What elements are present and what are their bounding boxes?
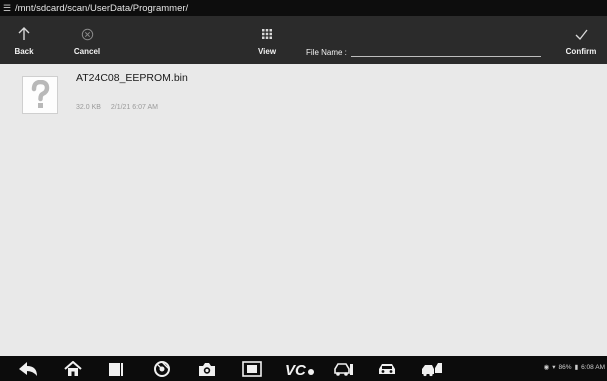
toolbar: Back Cancel View File Name : Confirm xyxy=(0,16,607,64)
arrow-up-icon xyxy=(18,24,30,44)
file-name-field: File Name : xyxy=(306,45,541,57)
camera-icon[interactable] xyxy=(193,359,221,379)
checkmark-icon xyxy=(575,24,588,44)
confirm-label: Confirm xyxy=(565,47,597,56)
recent-apps-icon[interactable] xyxy=(102,359,130,379)
back-icon[interactable] xyxy=(14,359,42,379)
home-icon[interactable] xyxy=(59,359,87,379)
car-icon[interactable] xyxy=(373,359,401,379)
grid-icon xyxy=(262,24,272,44)
path-bar: ☰ /mnt/sdcard/scan/UserData/Programmer/ xyxy=(0,0,607,16)
file-name-label: File Name : xyxy=(306,48,347,57)
list-item[interactable]: AT24C08_EEPROM.bin 32.0 KB 2/1/21 6:07 A… xyxy=(22,72,242,116)
browser-icon[interactable] xyxy=(148,359,176,379)
current-path: /mnt/sdcard/scan/UserData/Programmer/ xyxy=(15,2,189,14)
file-meta: 32.0 KB 2/1/21 6:07 AM xyxy=(76,104,158,111)
back-label: Back xyxy=(14,47,34,56)
car-diagnostics-icon[interactable] xyxy=(418,359,446,379)
cancel-button[interactable]: Cancel xyxy=(66,16,108,64)
view-button[interactable]: View xyxy=(248,16,286,64)
system-navbar: VC ◉ ▾ 86% ▮ 6:08 AM xyxy=(0,356,607,381)
file-size: 32.0 KB xyxy=(76,104,101,111)
confirm-button[interactable]: Confirm xyxy=(557,16,605,64)
clock: 6:08 AM xyxy=(581,363,605,371)
status-area: ◉ ▾ 86% ▮ 6:08 AM xyxy=(541,363,605,372)
file-name-input[interactable] xyxy=(350,45,541,57)
battery-level: 86% xyxy=(558,363,572,371)
battery-icon: ▮ xyxy=(574,364,579,371)
notification-icon: ◉ xyxy=(543,364,550,371)
file-date: 2/1/21 6:07 AM xyxy=(110,104,158,111)
car-service-icon[interactable] xyxy=(330,359,358,379)
vci-icon[interactable]: VC xyxy=(283,359,317,379)
circle-x-icon xyxy=(81,24,94,44)
view-label: View xyxy=(257,47,277,56)
file-list: AT24C08_EEPROM.bin 32.0 KB 2/1/21 6:07 A… xyxy=(0,64,607,356)
back-button[interactable]: Back xyxy=(3,16,45,64)
menu-icon[interactable]: ☰ xyxy=(3,3,15,14)
wifi-icon: ▾ xyxy=(552,364,556,371)
svg-text:VC: VC xyxy=(285,362,307,377)
unknown-file-icon xyxy=(22,76,58,114)
file-name: AT24C08_EEPROM.bin xyxy=(76,72,188,84)
cancel-label: Cancel xyxy=(73,47,101,56)
screen-capture-icon[interactable] xyxy=(238,359,266,379)
